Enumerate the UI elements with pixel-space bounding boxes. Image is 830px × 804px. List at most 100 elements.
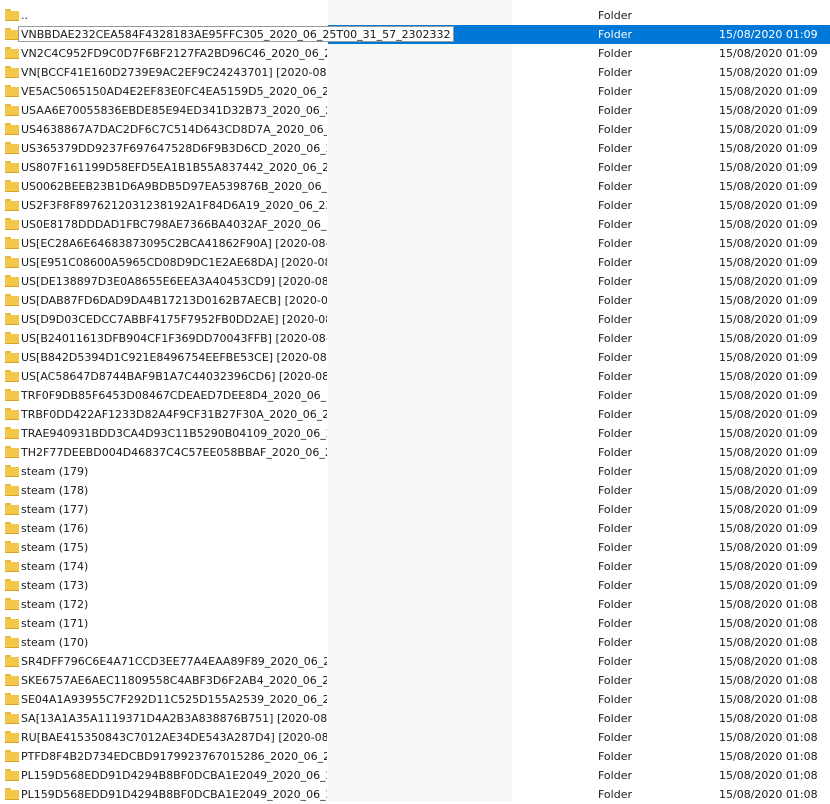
file-name: steam (173) xyxy=(21,579,89,592)
date-modified: 15/08/2020 01:09 xyxy=(719,104,818,117)
date-modified: 15/08/2020 01:09 xyxy=(719,351,818,364)
file-type: Folder xyxy=(598,674,632,687)
file-row[interactable]: US[E951C08600A5965CD08D9DC1E2AE68DA] [20… xyxy=(0,253,830,272)
file-row[interactable]: steam (172) Folder 15/08/2020 01:08 xyxy=(0,595,830,614)
file-row[interactable]: steam (175) Folder 15/08/2020 01:09 xyxy=(0,538,830,557)
file-row[interactable]: US[D9D03CEDCC7ABBF4175F7952FB0DD2AE] [20… xyxy=(0,310,830,329)
folder-icon xyxy=(5,237,19,249)
folder-icon xyxy=(5,47,19,59)
folder-icon xyxy=(5,579,19,591)
file-type: Folder xyxy=(598,332,632,345)
file-row[interactable]: VN2C4C952FD9C0D7F6BF2127FA2BD96C46_2020_… xyxy=(0,44,830,63)
date-modified: 15/08/2020 01:09 xyxy=(719,427,818,440)
file-row[interactable]: PTFD8F4B2D734EDCBD9179923767015286_2020_… xyxy=(0,747,830,766)
folder-icon xyxy=(5,389,19,401)
folder-icon xyxy=(5,104,19,116)
file-name: TRAE940931BDD3CA4D93C11B5290B04109_2020_… xyxy=(21,427,327,440)
file-row[interactable]: US[B842D5394D1C921E8496754EEFBE53CE] [20… xyxy=(0,348,830,367)
file-row[interactable]: US2F3F8F8976212031238192A1F84D6A19_2020_… xyxy=(0,196,830,215)
file-type: Folder xyxy=(598,750,632,763)
folder-icon xyxy=(5,598,19,610)
file-row[interactable]: VN[BCCF41E160D2739E9AC2EF9C24243701] [20… xyxy=(0,63,830,82)
file-row[interactable]: steam (179) Folder 15/08/2020 01:09 xyxy=(0,462,830,481)
date-modified: 15/08/2020 01:09 xyxy=(719,28,818,41)
file-row[interactable]: US0E8178DDDAD1FBC798AE7366BA4032AF_2020_… xyxy=(0,215,830,234)
file-type: Folder xyxy=(598,427,632,440)
file-name: steam (178) xyxy=(21,484,89,497)
folder-icon xyxy=(5,560,19,572)
file-name: steam (176) xyxy=(21,522,89,535)
file-row[interactable]: steam (170) Folder 15/08/2020 01:08 xyxy=(0,633,830,652)
date-modified: 15/08/2020 01:09 xyxy=(719,237,818,250)
file-row[interactable]: PL159D568EDD91D4294B8BF0DCBA1E2049_2020_… xyxy=(0,785,830,804)
folder-icon xyxy=(5,731,19,743)
file-row[interactable]: steam (178) Folder 15/08/2020 01:09 xyxy=(0,481,830,500)
file-row[interactable]: steam (171) Folder 15/08/2020 01:08 xyxy=(0,614,830,633)
file-row[interactable]: VE5AC5065150AD4E2EF83E0FC4EA5159D5_2020_… xyxy=(0,82,830,101)
folder-icon xyxy=(5,541,19,553)
file-row[interactable]: steam (173) Folder 15/08/2020 01:09 xyxy=(0,576,830,595)
folder-icon xyxy=(5,123,19,135)
folder-icon xyxy=(5,788,19,800)
file-row[interactable]: steam (174) Folder 15/08/2020 01:09 xyxy=(0,557,830,576)
rename-input[interactable]: VNBBDAE232CEA584F4328183AE95FFC305_2020_… xyxy=(18,26,454,42)
file-row[interactable]: US[DAB87FD6DAD9DA4B17213D0162B7AECB] [20… xyxy=(0,291,830,310)
file-name: TRF0F9DB85F6453D08467CDEAED7DEE8D4_2020_… xyxy=(21,389,327,402)
file-type: Folder xyxy=(598,161,632,174)
file-row[interactable]: US[DE138897D3E0A8655E6EEA3A40453CD9] [20… xyxy=(0,272,830,291)
date-modified: 15/08/2020 01:09 xyxy=(719,275,818,288)
file-name: US[EC28A6E64683873095C2BCA41862F90A] [20… xyxy=(21,237,327,250)
file-row[interactable]: TH2F77DEEBD004D46837C4C57EE058BBAF_2020_… xyxy=(0,443,830,462)
file-type: Folder xyxy=(598,218,632,231)
folder-icon xyxy=(5,85,19,97)
file-name: PL159D568EDD91D4294B8BF0DCBA1E2049_2020_… xyxy=(21,769,327,782)
file-row[interactable]: .. Folder xyxy=(0,6,830,25)
file-type: Folder xyxy=(598,180,632,193)
file-row[interactable]: steam (176) Folder 15/08/2020 01:09 xyxy=(0,519,830,538)
file-row[interactable]: PL159D568EDD91D4294B8BF0DCBA1E2049_2020_… xyxy=(0,766,830,785)
file-row[interactable]: USAA6E70055836EBDE85E94ED341D32B73_2020_… xyxy=(0,101,830,120)
file-name: US0062BEEB23B1D6A9BDB5D97EA539876B_2020_… xyxy=(21,180,327,193)
file-name: US365379DD9237F697647528D6F9B3D6CD_2020_… xyxy=(21,142,327,155)
file-name: VE5AC5065150AD4E2EF83E0FC4EA5159D5_2020_… xyxy=(21,85,327,98)
folder-icon xyxy=(5,503,19,515)
folder-icon xyxy=(5,427,19,439)
folder-icon xyxy=(5,28,19,40)
file-type: Folder xyxy=(598,636,632,649)
file-row[interactable]: TRF0F9DB85F6453D08467CDEAED7DEE8D4_2020_… xyxy=(0,386,830,405)
folder-icon xyxy=(5,199,19,211)
file-row[interactable]: TRAE940931BDD3CA4D93C11B5290B04109_2020_… xyxy=(0,424,830,443)
file-type: Folder xyxy=(598,693,632,706)
file-row[interactable]: TRBF0DD422AF1233D82A4F9CF31B27F30A_2020_… xyxy=(0,405,830,424)
file-row[interactable]: SA[13A1A35A1119371D4A2B3A838876B751] [20… xyxy=(0,709,830,728)
date-modified: 15/08/2020 01:08 xyxy=(719,598,818,611)
file-row[interactable]: US365379DD9237F697647528D6F9B3D6CD_2020_… xyxy=(0,139,830,158)
file-row[interactable]: US[B24011613DFB904CF1F369DD70043FFB] [20… xyxy=(0,329,830,348)
file-row[interactable]: RU[BAE415350843C7012AE34DE543A287D4] [20… xyxy=(0,728,830,747)
file-type: Folder xyxy=(598,446,632,459)
file-name: PL159D568EDD91D4294B8BF0DCBA1E2049_2020_… xyxy=(21,788,327,801)
file-row[interactable]: US4638867A7DAC2DF6C7C514D643CD8D7A_2020_… xyxy=(0,120,830,139)
file-row[interactable]: US[EC28A6E64683873095C2BCA41862F90A] [20… xyxy=(0,234,830,253)
file-name: US[DAB87FD6DAD9DA4B17213D0162B7AECB] [20… xyxy=(21,294,327,307)
date-modified: 15/08/2020 01:08 xyxy=(719,731,818,744)
file-row[interactable]: SR4DFF796C6E4A71CCD3EE77A4EAA89F89_2020_… xyxy=(0,652,830,671)
file-row[interactable]: VNBBDAE232CEA584F4328183AE95FFC305_2020_… xyxy=(0,25,830,44)
file-row[interactable]: SKE6757AE6AEC11809558C4ABF3D6F2AB4_2020_… xyxy=(0,671,830,690)
file-name: steam (177) xyxy=(21,503,89,516)
date-modified: 15/08/2020 01:09 xyxy=(719,180,818,193)
file-name: steam (175) xyxy=(21,541,89,554)
date-modified: 15/08/2020 01:09 xyxy=(719,560,818,573)
file-row[interactable]: SE04A1A93955C7F292D11C525D155A2539_2020_… xyxy=(0,690,830,709)
file-name: US[B842D5394D1C921E8496754EEFBE53CE] [20… xyxy=(21,351,327,364)
file-row[interactable]: US[AC58647D8744BAF9B1A7C44032396CD6] [20… xyxy=(0,367,830,386)
file-name: SE04A1A93955C7F292D11C525D155A2539_2020_… xyxy=(21,693,327,706)
date-modified: 15/08/2020 01:08 xyxy=(719,674,818,687)
file-row[interactable]: steam (177) Folder 15/08/2020 01:09 xyxy=(0,500,830,519)
date-modified: 15/08/2020 01:09 xyxy=(719,332,818,345)
file-type: Folder xyxy=(598,9,632,22)
folder-icon xyxy=(5,9,19,21)
file-name: steam (171) xyxy=(21,617,89,630)
file-row[interactable]: US807F161199D58EFD5EA1B1B55A837442_2020_… xyxy=(0,158,830,177)
file-row[interactable]: US0062BEEB23B1D6A9BDB5D97EA539876B_2020_… xyxy=(0,177,830,196)
